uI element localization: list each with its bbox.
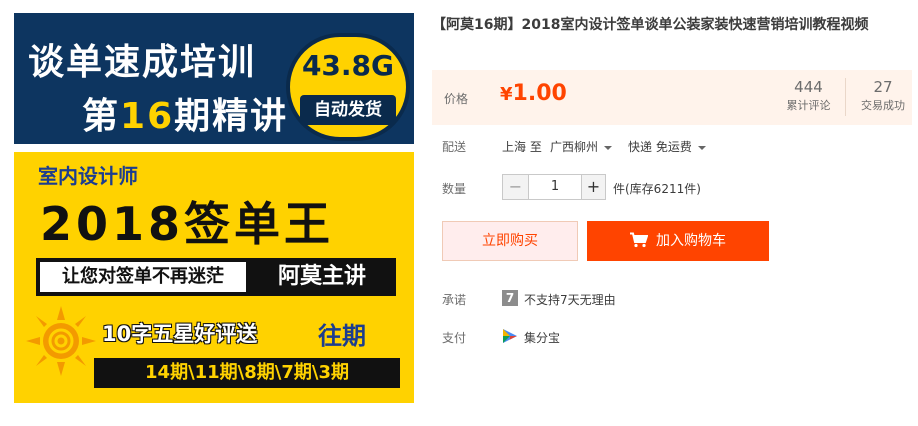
banner-title-line2: 第16期精讲 — [82, 87, 288, 139]
product-page: 谈单速成培训 第16期精讲 43.8G 自动发货 室内设计师 2018签单王 让… — [0, 0, 918, 426]
product-banner-image[interactable]: 谈单速成培训 第16期精讲 43.8G 自动发货 室内设计师 2018签单王 让… — [14, 13, 414, 403]
banner-title-number: 16 — [120, 96, 175, 137]
deals-count: 27 — [873, 78, 893, 96]
banner-title-prefix: 第 — [82, 96, 121, 137]
add-to-cart-label: 加入购物车 — [656, 233, 726, 249]
price-currency: ¥ — [500, 84, 513, 105]
delivery-fee-text: 快递 免运费 — [628, 140, 692, 154]
reviews-label: 累计评论 — [786, 99, 831, 112]
price-label: 价格 — [444, 92, 469, 106]
size-badge: 43.8G 自动发货 — [286, 33, 410, 141]
auto-ship-label: 自动发货 — [300, 95, 396, 125]
banner-slogan-strip: 让您对签单不再迷茫 阿莫主讲 — [36, 258, 396, 296]
quantity-increase-button[interactable]: + — [581, 175, 605, 199]
no-return-icon: 7 — [502, 290, 518, 306]
banner-top-panel: 谈单速成培训 第16期精讲 43.8G 自动发货 — [14, 13, 414, 144]
promise-label: 承诺 — [442, 293, 467, 307]
delivery-destination-select[interactable]: 广西柳州 — [550, 138, 613, 155]
quantity-input[interactable]: 1 — [529, 175, 581, 199]
delivery-destination-text: 广西柳州 — [550, 140, 599, 154]
banner-bottom-panel: 室内设计师 2018签单王 让您对签单不再迷茫 阿莫主讲 10字五星好评送 往期… — [14, 152, 414, 403]
size-badge-value: 43.8G — [301, 49, 395, 82]
banner-slogan: 让您对签单不再迷茫 — [40, 262, 246, 292]
delivery-fee-select[interactable]: 快递 免运费 — [628, 138, 706, 155]
price-panel: 价格 ¥1.00 444 累计评论 27 交易成功 — [432, 70, 912, 125]
banner-title-line1: 谈单速成培训 — [28, 42, 257, 83]
banner-review-offer: 10字五星好评送 — [102, 322, 258, 346]
reviews-count: 444 — [794, 78, 823, 96]
chevron-down-icon — [604, 145, 613, 150]
delivery-label: 配送 — [442, 140, 467, 154]
buy-now-button[interactable]: 立即购买 — [442, 221, 578, 261]
banner-past-issues: 14期\11期\8期\7期\3期 — [94, 358, 400, 388]
quantity-decrease-button[interactable]: − — [503, 175, 529, 199]
delivery-origin: 上海 至 — [502, 140, 542, 154]
jifenbao-icon — [503, 329, 517, 343]
quantity-label: 数量 — [442, 182, 467, 196]
add-to-cart-button[interactable]: 加入购物车 — [587, 221, 769, 261]
price-amount: 1.00 — [512, 81, 567, 106]
price-value: ¥1.00 — [500, 81, 567, 106]
reviews-stat[interactable]: 444 累计评论 — [772, 78, 846, 116]
deals-stat: 27 交易成功 — [846, 78, 918, 116]
banner-title-suffix: 期精讲 — [174, 96, 289, 137]
banner-subtitle: 室内设计师 — [38, 164, 138, 188]
banner-lecturer: 阿莫主讲 — [277, 264, 366, 289]
sun-icon — [26, 306, 96, 376]
promise-text[interactable]: 不支持7天无理由 — [524, 291, 616, 308]
cart-icon — [630, 232, 648, 247]
chevron-down-icon — [697, 145, 706, 150]
payment-method[interactable]: 集分宝 — [524, 329, 560, 346]
deals-label: 交易成功 — [861, 99, 905, 112]
product-title: 【阿莫16期】2018室内设计签单谈单公装家装快速营销培训教程视频 — [432, 17, 869, 33]
banner-big-title: 2018签单王 — [40, 197, 335, 251]
payment-label: 支付 — [442, 331, 467, 345]
stock-info: 件(库存6211件) — [613, 182, 701, 196]
quantity-stepper: − 1 + — [502, 174, 606, 200]
banner-past-label: 往期 — [318, 322, 366, 350]
